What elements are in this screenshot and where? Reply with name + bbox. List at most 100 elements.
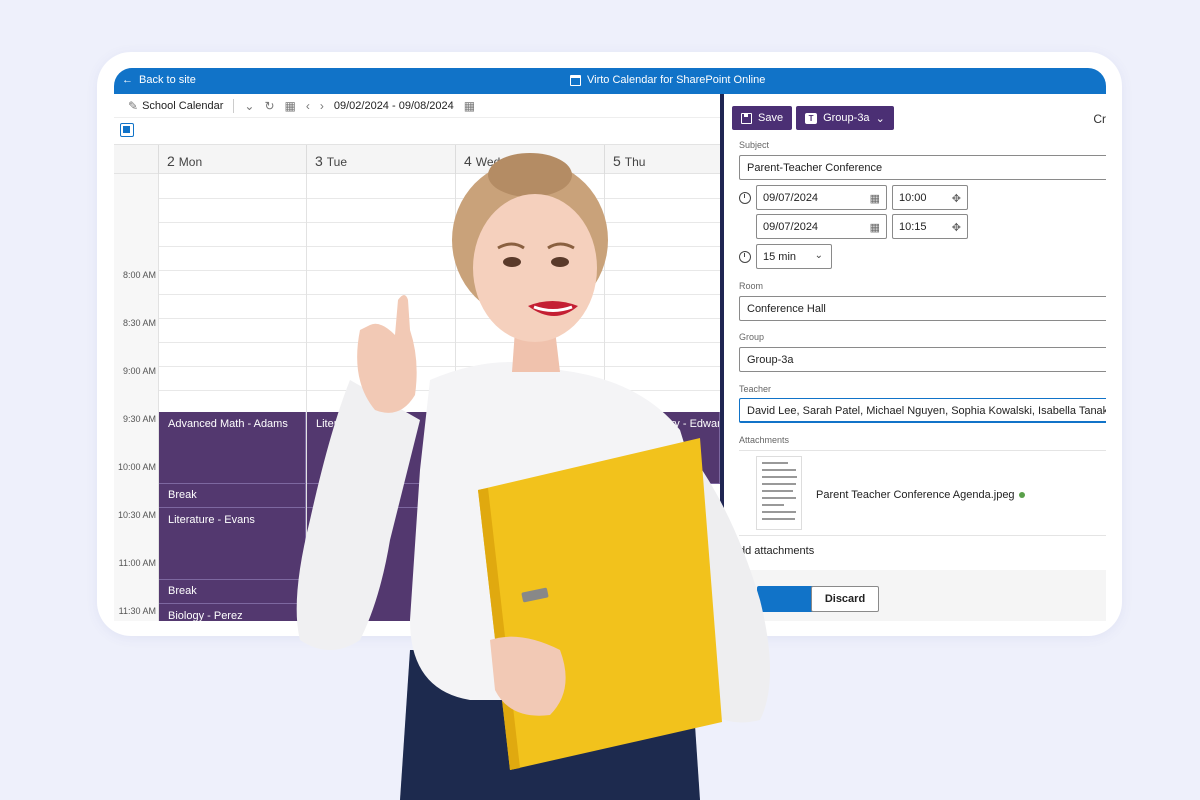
teams-icon: T <box>805 112 818 124</box>
group-teams-button[interactable]: T Group-3a ⌄ <box>796 106 894 130</box>
attachment-file[interactable]: Parent Teacher Conference Agenda.jpeg <box>816 489 1025 501</box>
calendar-event[interactable]: Biology - Perez <box>159 604 306 621</box>
save-label: Save <box>758 112 784 124</box>
teacher-value: David Lee, Sarah Patel, Michael Nguyen, … <box>747 405 1106 417</box>
time-label: 8:00 AM <box>122 270 156 280</box>
reminder-timer-icon <box>739 251 751 263</box>
grid-line <box>455 174 456 621</box>
week-grid: 8:00 AM 8:30 AM 9:00 AM 9:30 AM 10:00 AM… <box>114 174 720 621</box>
start-date-field[interactable]: 09/07/2024 ▦ <box>756 185 887 210</box>
save-icon <box>741 112 752 124</box>
subject-input[interactable]: Parent-Teacher Conference <box>739 155 1106 180</box>
create-label-partial[interactable]: Cr <box>1093 112 1106 126</box>
day-name: Mon <box>178 155 203 169</box>
grid-line <box>604 174 605 621</box>
divider <box>739 450 1106 451</box>
calendar-event[interactable]: B <box>307 484 455 508</box>
calendar-event[interactable]: Literature - Evans <box>159 508 306 580</box>
day-name: Wed <box>475 155 501 169</box>
day-number: 3 <box>315 153 323 169</box>
window-title: Virto Calendar for SharePoint Online <box>570 74 765 86</box>
day-header-tue[interactable]: 3 Tue <box>306 145 455 175</box>
time-label: 10:00 AM <box>117 462 156 472</box>
date-range: 09/02/2024 - 09/08/2024 <box>333 99 454 112</box>
time-spinner-icon: ✥ <box>951 193 961 205</box>
grid-line <box>158 270 720 271</box>
teacher-input[interactable]: David Lee, Sarah Patel, Michael Nguyen, … <box>739 398 1106 423</box>
time-label: 8:30 AM <box>122 318 156 328</box>
time-label: 10:30 AM <box>117 510 156 520</box>
start-time-field[interactable]: 10:00 ✥ <box>892 185 968 210</box>
day-name: Tue <box>326 155 348 169</box>
end-time-field[interactable]: 10:15 ✥ <box>892 214 968 239</box>
grid-line <box>158 294 720 295</box>
chevron-left-icon[interactable]: ‹ <box>306 99 310 113</box>
group-button-label: Group-3a <box>823 112 870 124</box>
divider <box>233 98 235 113</box>
window-title-text: Virto Calendar for SharePoint Online <box>587 74 766 86</box>
day-number: 4 <box>464 153 472 169</box>
calendar-event[interactable]: Biology - P <box>456 412 604 484</box>
chevron-down-icon[interactable]: ⌄ <box>244 99 254 113</box>
chevron-right-icon[interactable]: › <box>320 99 324 113</box>
subject-label: Subject <box>739 140 770 150</box>
calendar-icon: ▦ <box>869 222 880 234</box>
arrow-left-icon: ← <box>122 74 133 86</box>
room-input[interactable]: Conference Hall <box>739 296 1106 321</box>
day-header-wed[interactable]: 4 Wed <box>455 145 604 175</box>
attachment-name: Parent Teacher Conference Agenda.jpeg <box>816 489 1015 501</box>
time-label: 9:30 AM <box>122 414 156 424</box>
group-label: Group <box>739 332 765 342</box>
calendar-event[interactable]: World History - Edwards <box>605 412 720 484</box>
start-date-value: 09/07/2024 <box>763 192 819 204</box>
date-picker-icon[interactable]: ▦ <box>464 99 475 113</box>
discard-button[interactable]: Discard <box>811 586 879 612</box>
calendar-event[interactable]: th - B <box>307 508 455 621</box>
create-button[interactable] <box>757 586 817 612</box>
time-gutter <box>114 174 158 621</box>
refresh-icon[interactable]: ↻ <box>264 99 274 113</box>
start-time-value: 10:00 <box>899 192 927 204</box>
edit-icon[interactable]: ✎ <box>128 99 138 113</box>
calendar-toolbar: ✎ School Calendar ⌄ ↻ ▦ ‹ › 09/02/2024 -… <box>114 94 720 118</box>
panel-actions: Save T Group-3a ⌄ <box>732 106 894 130</box>
add-attachments-link[interactable]: dd attachments <box>739 545 814 557</box>
day-header-row: 2 Mon 3 Tue 4 Wed 5 Thu <box>114 144 720 175</box>
today-icon[interactable]: ▦ <box>285 99 296 113</box>
day-name: Thu <box>624 155 646 169</box>
app-screen: ← Back to site Virto Calendar for ShareP… <box>114 68 1106 621</box>
panel-footer: Discard <box>724 570 1106 621</box>
grid-line <box>158 366 720 367</box>
calendar-event[interactable]: Break <box>159 484 306 508</box>
title-bar: ← Back to site Virto Calendar for ShareP… <box>114 68 1106 94</box>
room-label: Room <box>739 281 764 291</box>
calendar-event[interactable]: Break <box>159 580 306 604</box>
calendar-name[interactable]: School Calendar <box>142 100 223 112</box>
grid-line <box>158 222 720 223</box>
end-date-value: 09/07/2024 <box>763 221 819 233</box>
calendar-event[interactable]: Advanced Math - Adams <box>159 412 306 484</box>
status-dot-icon <box>1018 492 1025 498</box>
back-to-site-link[interactable]: ← Back to site <box>122 74 196 86</box>
event-edit-panel: Save T Group-3a ⌄ Cr Subject Parent-Teac… <box>720 94 1106 621</box>
time-label: 11:30 AM <box>118 606 156 616</box>
end-date-field[interactable]: 09/07/2024 ▦ <box>756 214 887 239</box>
calendar-event[interactable]: Literature <box>307 412 455 484</box>
view-toggle-checkbox[interactable] <box>120 123 134 137</box>
calendar-icon: ▦ <box>869 193 880 205</box>
group-input[interactable]: Group-3a <box>739 347 1106 372</box>
reminder-select[interactable]: 15 min ⌄ <box>756 244 832 269</box>
teacher-label: Teacher <box>739 384 772 394</box>
day-header-mon[interactable]: 2 Mon <box>158 145 306 175</box>
day-header-thu[interactable]: 5 Thu <box>604 145 720 175</box>
chevron-down-icon: ⌄ <box>875 112 885 125</box>
end-time-value: 10:15 <box>899 221 927 233</box>
time-label: 11:00 AM <box>118 558 156 568</box>
grid-line <box>158 342 720 343</box>
time-spinner-icon: ✥ <box>951 222 961 234</box>
attachment-thumbnail[interactable] <box>756 456 802 530</box>
time-label: 9:00 AM <box>122 366 156 376</box>
grid-line <box>158 318 720 319</box>
day-number: 5 <box>613 153 621 169</box>
save-button[interactable]: Save <box>732 106 793 130</box>
